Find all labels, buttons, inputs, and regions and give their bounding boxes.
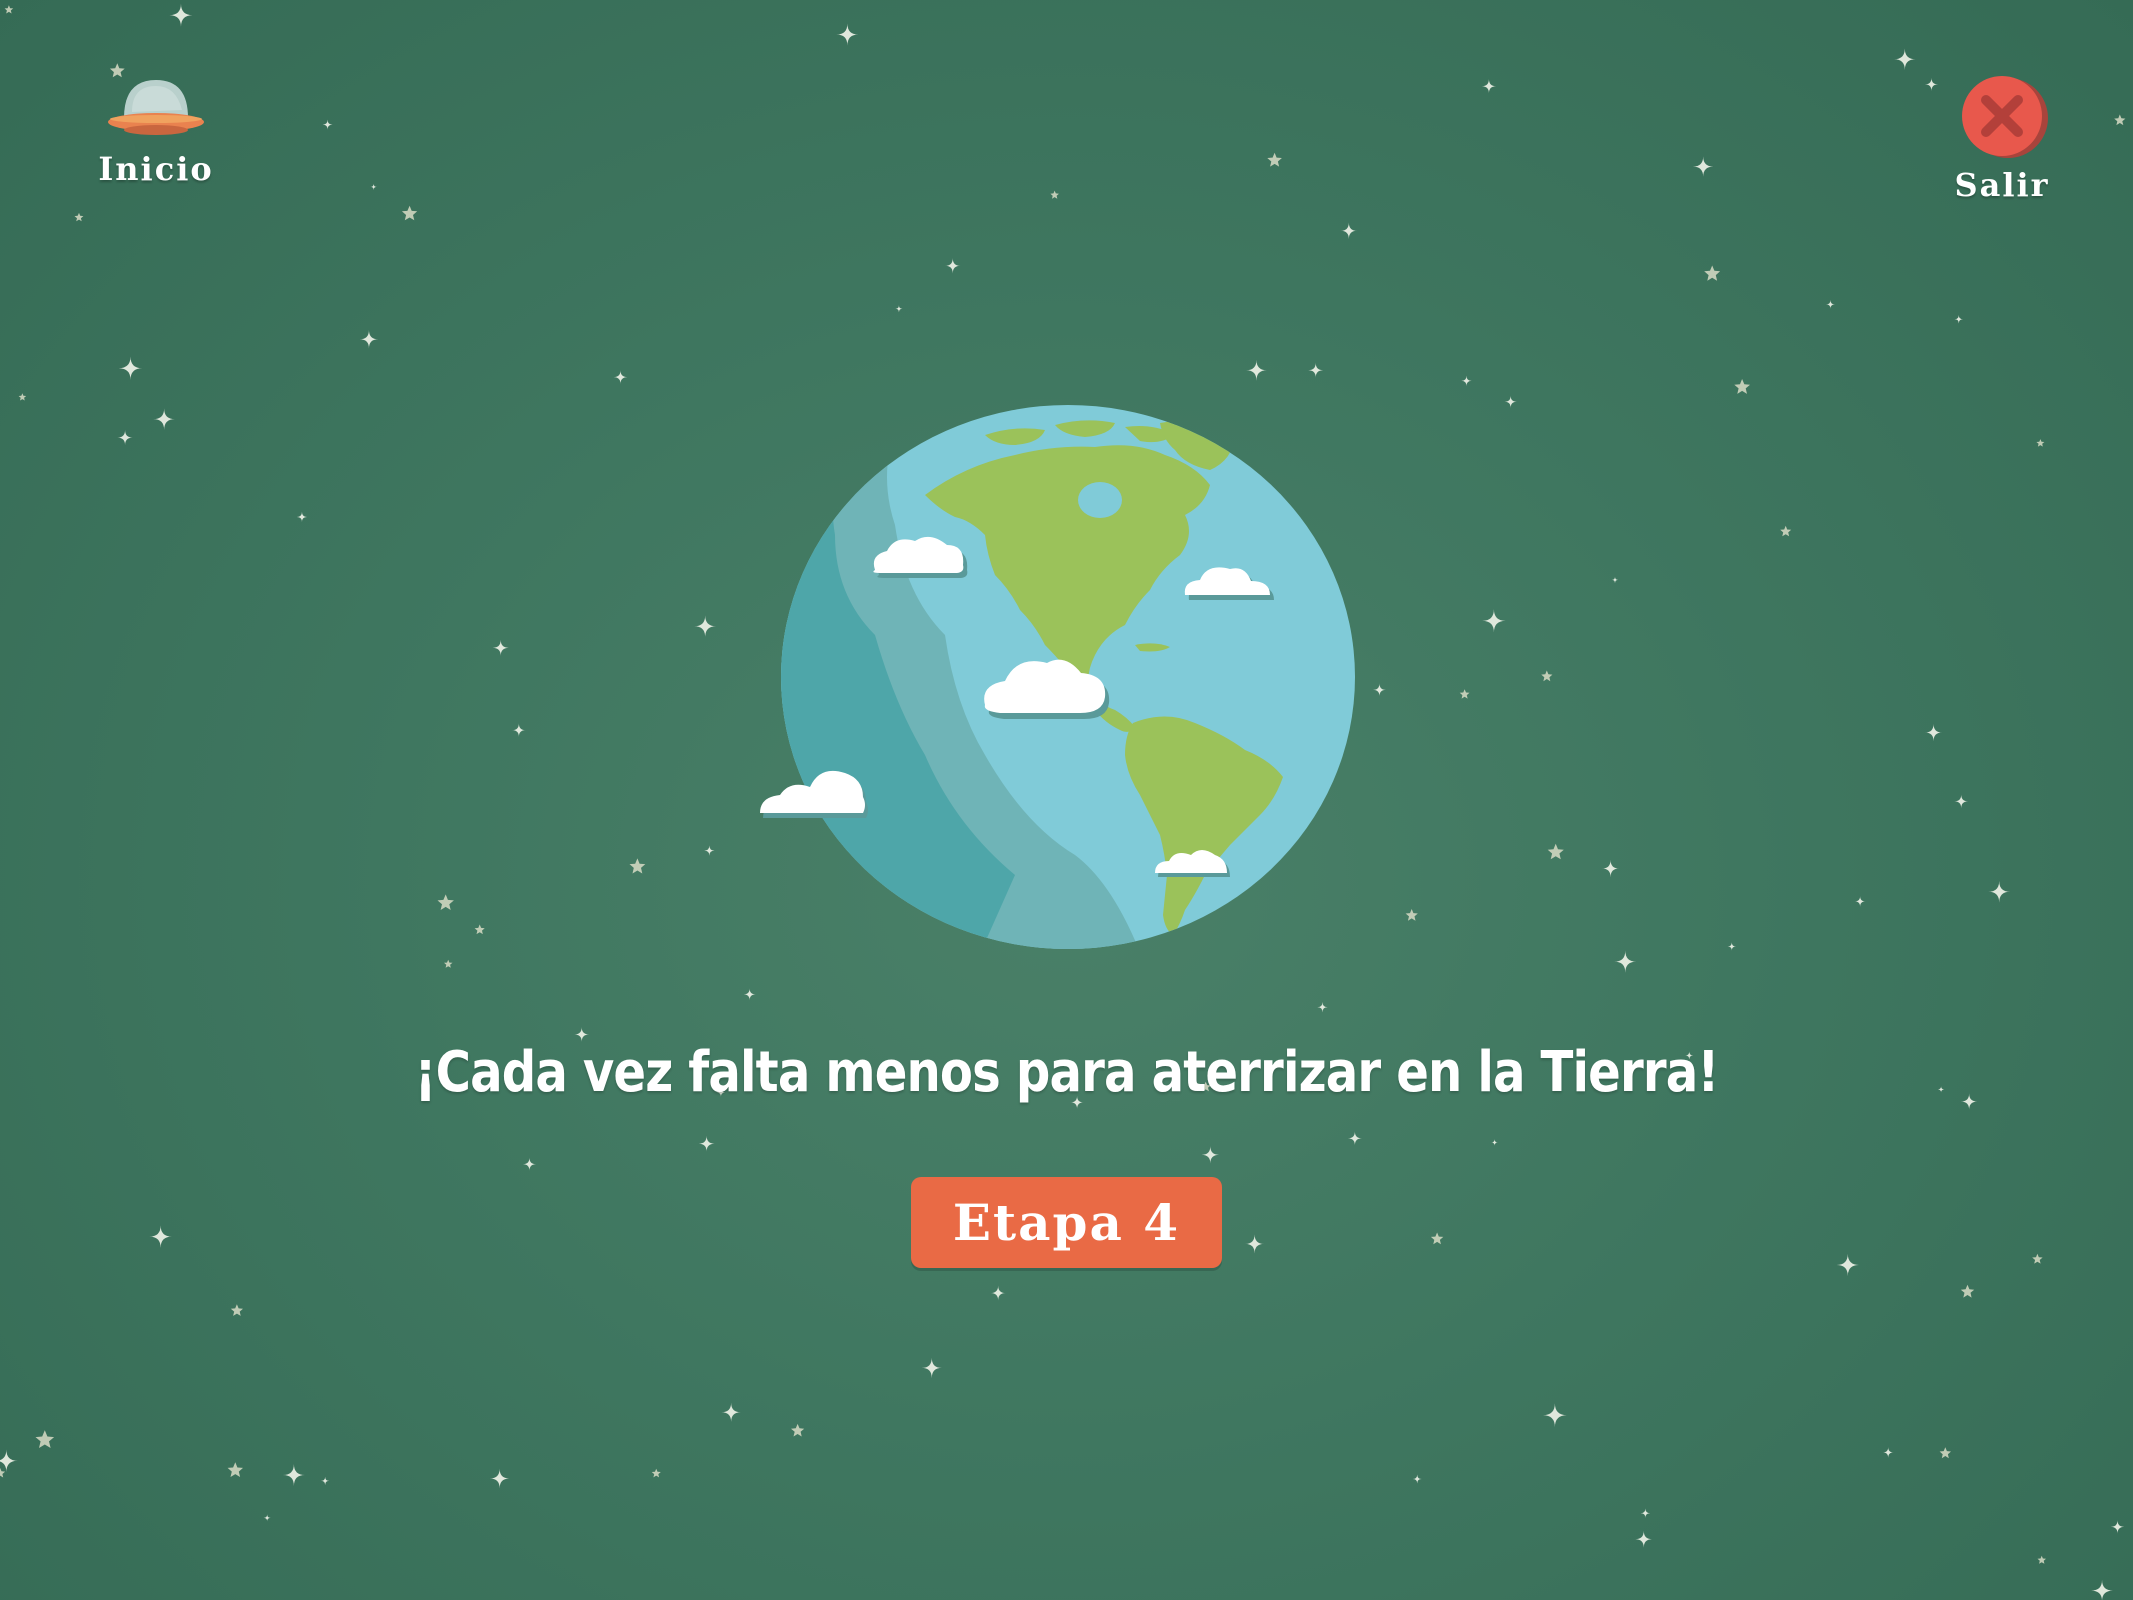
home-button[interactable]: Inicio: [86, 74, 226, 188]
earth-globe: [760, 405, 1355, 949]
ufo-icon: [108, 80, 204, 135]
close-icon: [1962, 76, 2048, 158]
exit-label: Salir: [1954, 166, 2050, 204]
stage-button[interactable]: Etapa 4: [911, 1177, 1222, 1268]
progress-message: ¡Cada vez falta menos para aterrizar en …: [414, 1040, 1719, 1105]
exit-button[interactable]: Salir: [1940, 74, 2064, 204]
home-label: Inicio: [98, 150, 214, 188]
